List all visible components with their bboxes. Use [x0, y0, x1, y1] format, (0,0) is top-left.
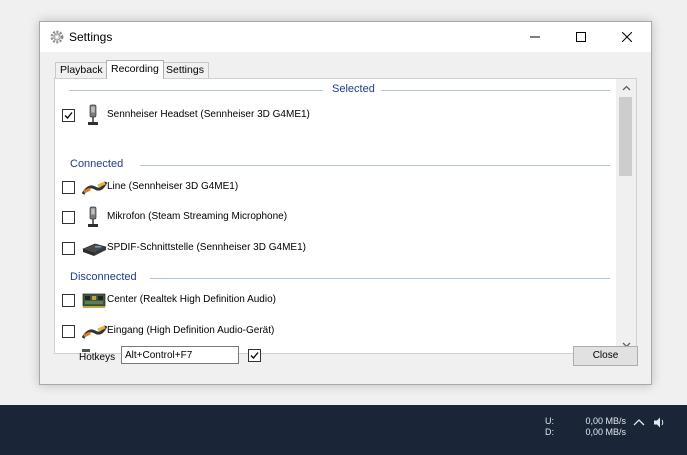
list-item[interactable]: SPDIF-Schnittstelle (Sennheiser 3D G4ME1…: [62, 237, 602, 261]
minimize-icon: [530, 36, 540, 38]
tab-settings[interactable]: Settings: [161, 62, 209, 78]
line-in-cable-icon: [81, 320, 108, 342]
download-speed: 0,00 MB/s: [585, 427, 626, 437]
group-header-connected: Connected: [70, 158, 124, 170]
minimize-button[interactable]: [512, 22, 558, 52]
gear-icon: [50, 30, 64, 44]
list-item[interactable]: Center (Realtek High Definition Audio): [62, 289, 602, 313]
checkmark-icon: [250, 352, 259, 359]
hotkeys-checkbox[interactable]: [248, 349, 261, 362]
group-header-disconnected: Disconnected: [70, 271, 137, 283]
device-checkbox[interactable]: [62, 242, 75, 255]
list-item[interactable]: Line (Sennheiser 3D G4ME1): [62, 176, 602, 200]
scroll-up-button[interactable]: [616, 79, 636, 96]
group-divider: [140, 165, 610, 166]
checkmark-icon: [64, 112, 73, 119]
device-label: Center (Realtek High Definition Audio): [107, 294, 276, 305]
sound-card-icon: [81, 289, 107, 311]
device-list[interactable]: Selected Sennheiser Headset (Sennheiser …: [55, 79, 616, 353]
spdif-device-icon: [81, 237, 107, 259]
hotkeys-input[interactable]: Alt+Control+F7: [121, 346, 239, 364]
line-in-cable-icon: [81, 176, 108, 198]
tab-recording[interactable]: Recording: [106, 60, 164, 79]
device-label: SPDIF-Schnittstelle (Sennheiser 3D G4ME1…: [107, 242, 306, 253]
close-button[interactable]: Close: [573, 346, 638, 366]
device-label: Sennheiser Headset (Sennheiser 3D G4ME1): [107, 109, 310, 120]
show-hidden-icons-icon[interactable]: [633, 418, 645, 430]
device-checkbox[interactable]: [62, 294, 75, 307]
device-checkbox[interactable]: [62, 325, 75, 338]
close-icon: [622, 32, 632, 42]
device-label: Mikrofon (Steam Streaming Microphone): [107, 211, 288, 222]
vertical-scrollbar[interactable]: [616, 79, 636, 353]
device-checkbox[interactable]: [62, 109, 75, 122]
list-item[interactable]: Eingang (High Definition Audio-Gerät): [62, 320, 602, 344]
device-label: Line (Sennheiser 3D G4ME1): [107, 181, 239, 192]
device-label: Eingang (High Definition Audio-Gerät): [107, 325, 275, 336]
window-title: Settings: [69, 30, 113, 44]
group-divider: [69, 90, 323, 91]
maximize-button[interactable]: [558, 22, 604, 52]
taskbar: U: D: 0,00 MB/s 0,00 MB/s: [0, 405, 687, 455]
list-item[interactable]: Sennheiser Headset (Sennheiser 3D G4ME1): [62, 104, 602, 128]
group-header-selected: Selected: [332, 83, 375, 95]
scroll-thumb[interactable]: [619, 97, 632, 176]
headset-icon: [81, 104, 107, 126]
close-window-button[interactable]: [604, 22, 650, 52]
download-label: D:: [545, 427, 554, 437]
settings-window: Settings Playback Recording Settings Sel…: [39, 21, 652, 385]
hotkeys-label: Hotkeys: [79, 352, 116, 363]
device-list-panel: Selected Sennheiser Headset (Sennheiser …: [54, 78, 637, 354]
chevron-up-icon: [622, 85, 630, 90]
list-item[interactable]: Mikrofon (Steam Streaming Microphone): [62, 206, 602, 230]
group-divider: [150, 278, 610, 279]
group-divider: [381, 90, 610, 91]
upload-label: U:: [545, 416, 554, 426]
title-bar[interactable]: Settings: [40, 22, 651, 52]
device-checkbox[interactable]: [62, 211, 75, 224]
upload-speed: 0,00 MB/s: [585, 416, 626, 426]
microphone-icon: [81, 206, 107, 228]
speaker-icon[interactable]: [653, 416, 665, 432]
device-checkbox[interactable]: [62, 181, 75, 194]
maximize-icon: [576, 32, 586, 42]
tab-playback[interactable]: Playback: [55, 62, 108, 78]
